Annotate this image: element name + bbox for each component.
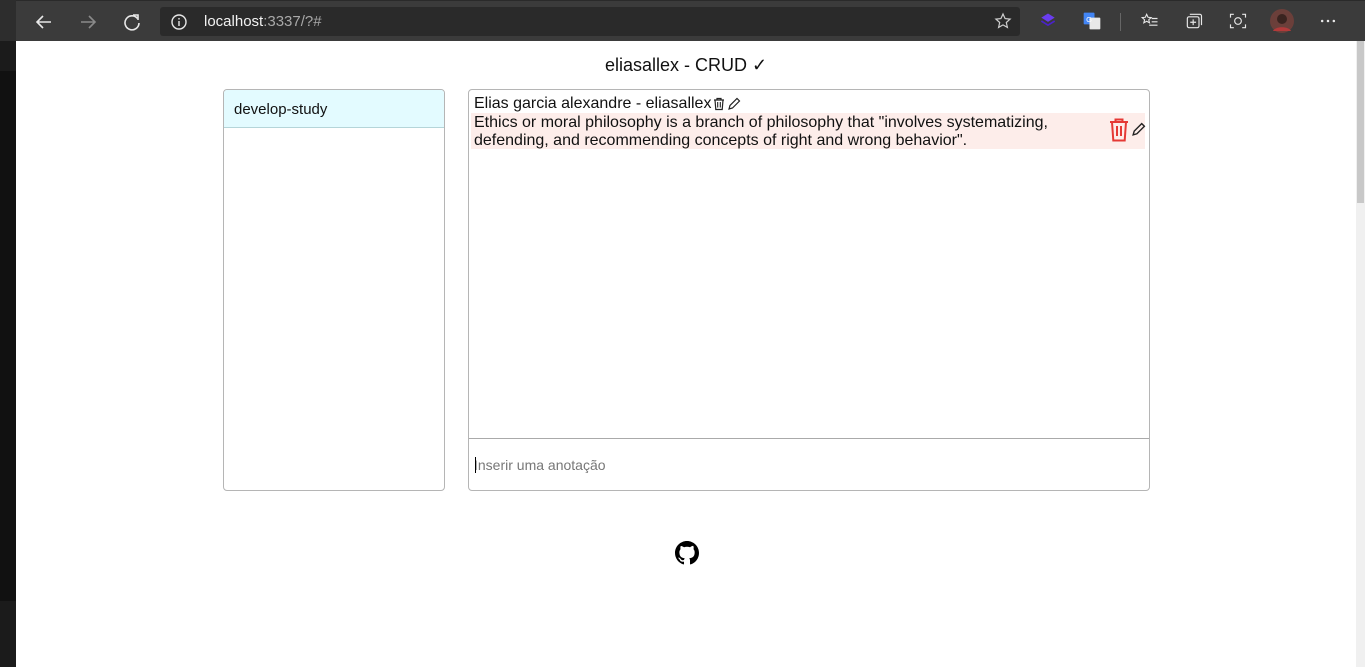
notes-panel: Elias garcia alexandre - eliasallex Ethi… bbox=[468, 89, 1150, 491]
screenshot-button[interactable] bbox=[1226, 9, 1250, 33]
page-scrollbar[interactable] bbox=[1356, 41, 1365, 667]
svg-text:G: G bbox=[1086, 15, 1092, 24]
pencil-icon[interactable] bbox=[727, 97, 741, 111]
refresh-button[interactable] bbox=[117, 7, 147, 37]
page-title: eliasallex - CRUD ✓ bbox=[604, 55, 768, 75]
delete-note-icon[interactable] bbox=[1107, 117, 1131, 143]
forward-button[interactable] bbox=[73, 7, 103, 37]
page-content: eliasallex - CRUD ✓ develop-study Elias … bbox=[16, 41, 1356, 667]
screenshot-icon bbox=[1229, 13, 1247, 29]
toolbar-separator bbox=[1120, 13, 1121, 31]
scrollbar-thumb[interactable] bbox=[1357, 41, 1364, 203]
browser-toolbar: localhost:3337/?# G bbox=[16, 0, 1365, 41]
notebook-list: develop-study bbox=[223, 89, 445, 491]
collections-button[interactable] bbox=[1182, 9, 1206, 33]
extension-icon bbox=[1040, 13, 1056, 27]
info-icon[interactable] bbox=[170, 13, 188, 31]
extension-button[interactable] bbox=[1036, 9, 1060, 33]
sidebar-item-develop-study[interactable]: develop-study bbox=[224, 90, 444, 128]
trash-icon[interactable] bbox=[712, 97, 726, 111]
translate-icon: G bbox=[1083, 12, 1101, 30]
note-item: Ethics or moral philosophy is a branch o… bbox=[471, 113, 1146, 149]
note-input[interactable] bbox=[469, 439, 1149, 490]
sidebar-item-label: develop-study bbox=[234, 101, 328, 118]
collections-icon bbox=[1186, 13, 1203, 29]
url-host: localhost bbox=[204, 13, 264, 30]
url-text[interactable]: localhost:3337/?# bbox=[204, 13, 322, 30]
notebook-header-title: Elias garcia alexandre - eliasallex bbox=[474, 95, 712, 112]
translate-button[interactable]: G bbox=[1080, 9, 1104, 33]
edit-note-icon[interactable] bbox=[1131, 122, 1146, 137]
back-icon bbox=[35, 15, 51, 29]
note-text: Ethics or moral philosophy is a branch o… bbox=[474, 114, 1048, 149]
github-icon[interactable] bbox=[675, 541, 699, 565]
refresh-icon bbox=[124, 14, 140, 31]
address-bar[interactable]: localhost:3337/?# bbox=[160, 7, 1020, 36]
profile-avatar bbox=[1270, 9, 1294, 33]
note-input-container bbox=[469, 438, 1149, 490]
more-button[interactable] bbox=[1316, 9, 1340, 33]
back-button[interactable] bbox=[29, 7, 59, 37]
tabstrip-accent bbox=[0, 0, 16, 41]
background-strip bbox=[0, 71, 16, 601]
window-left-edge bbox=[0, 41, 16, 667]
star-icon[interactable] bbox=[994, 12, 1012, 30]
text-caret bbox=[475, 457, 476, 473]
profile-button[interactable] bbox=[1270, 9, 1294, 33]
url-path: :3337/?# bbox=[263, 13, 322, 30]
forward-icon bbox=[81, 15, 97, 29]
favorites-button[interactable] bbox=[1138, 9, 1162, 33]
favorites-icon bbox=[1140, 13, 1158, 26]
notebook-header: Elias garcia alexandre - eliasallex bbox=[474, 95, 741, 113]
more-icon bbox=[1320, 19, 1336, 23]
